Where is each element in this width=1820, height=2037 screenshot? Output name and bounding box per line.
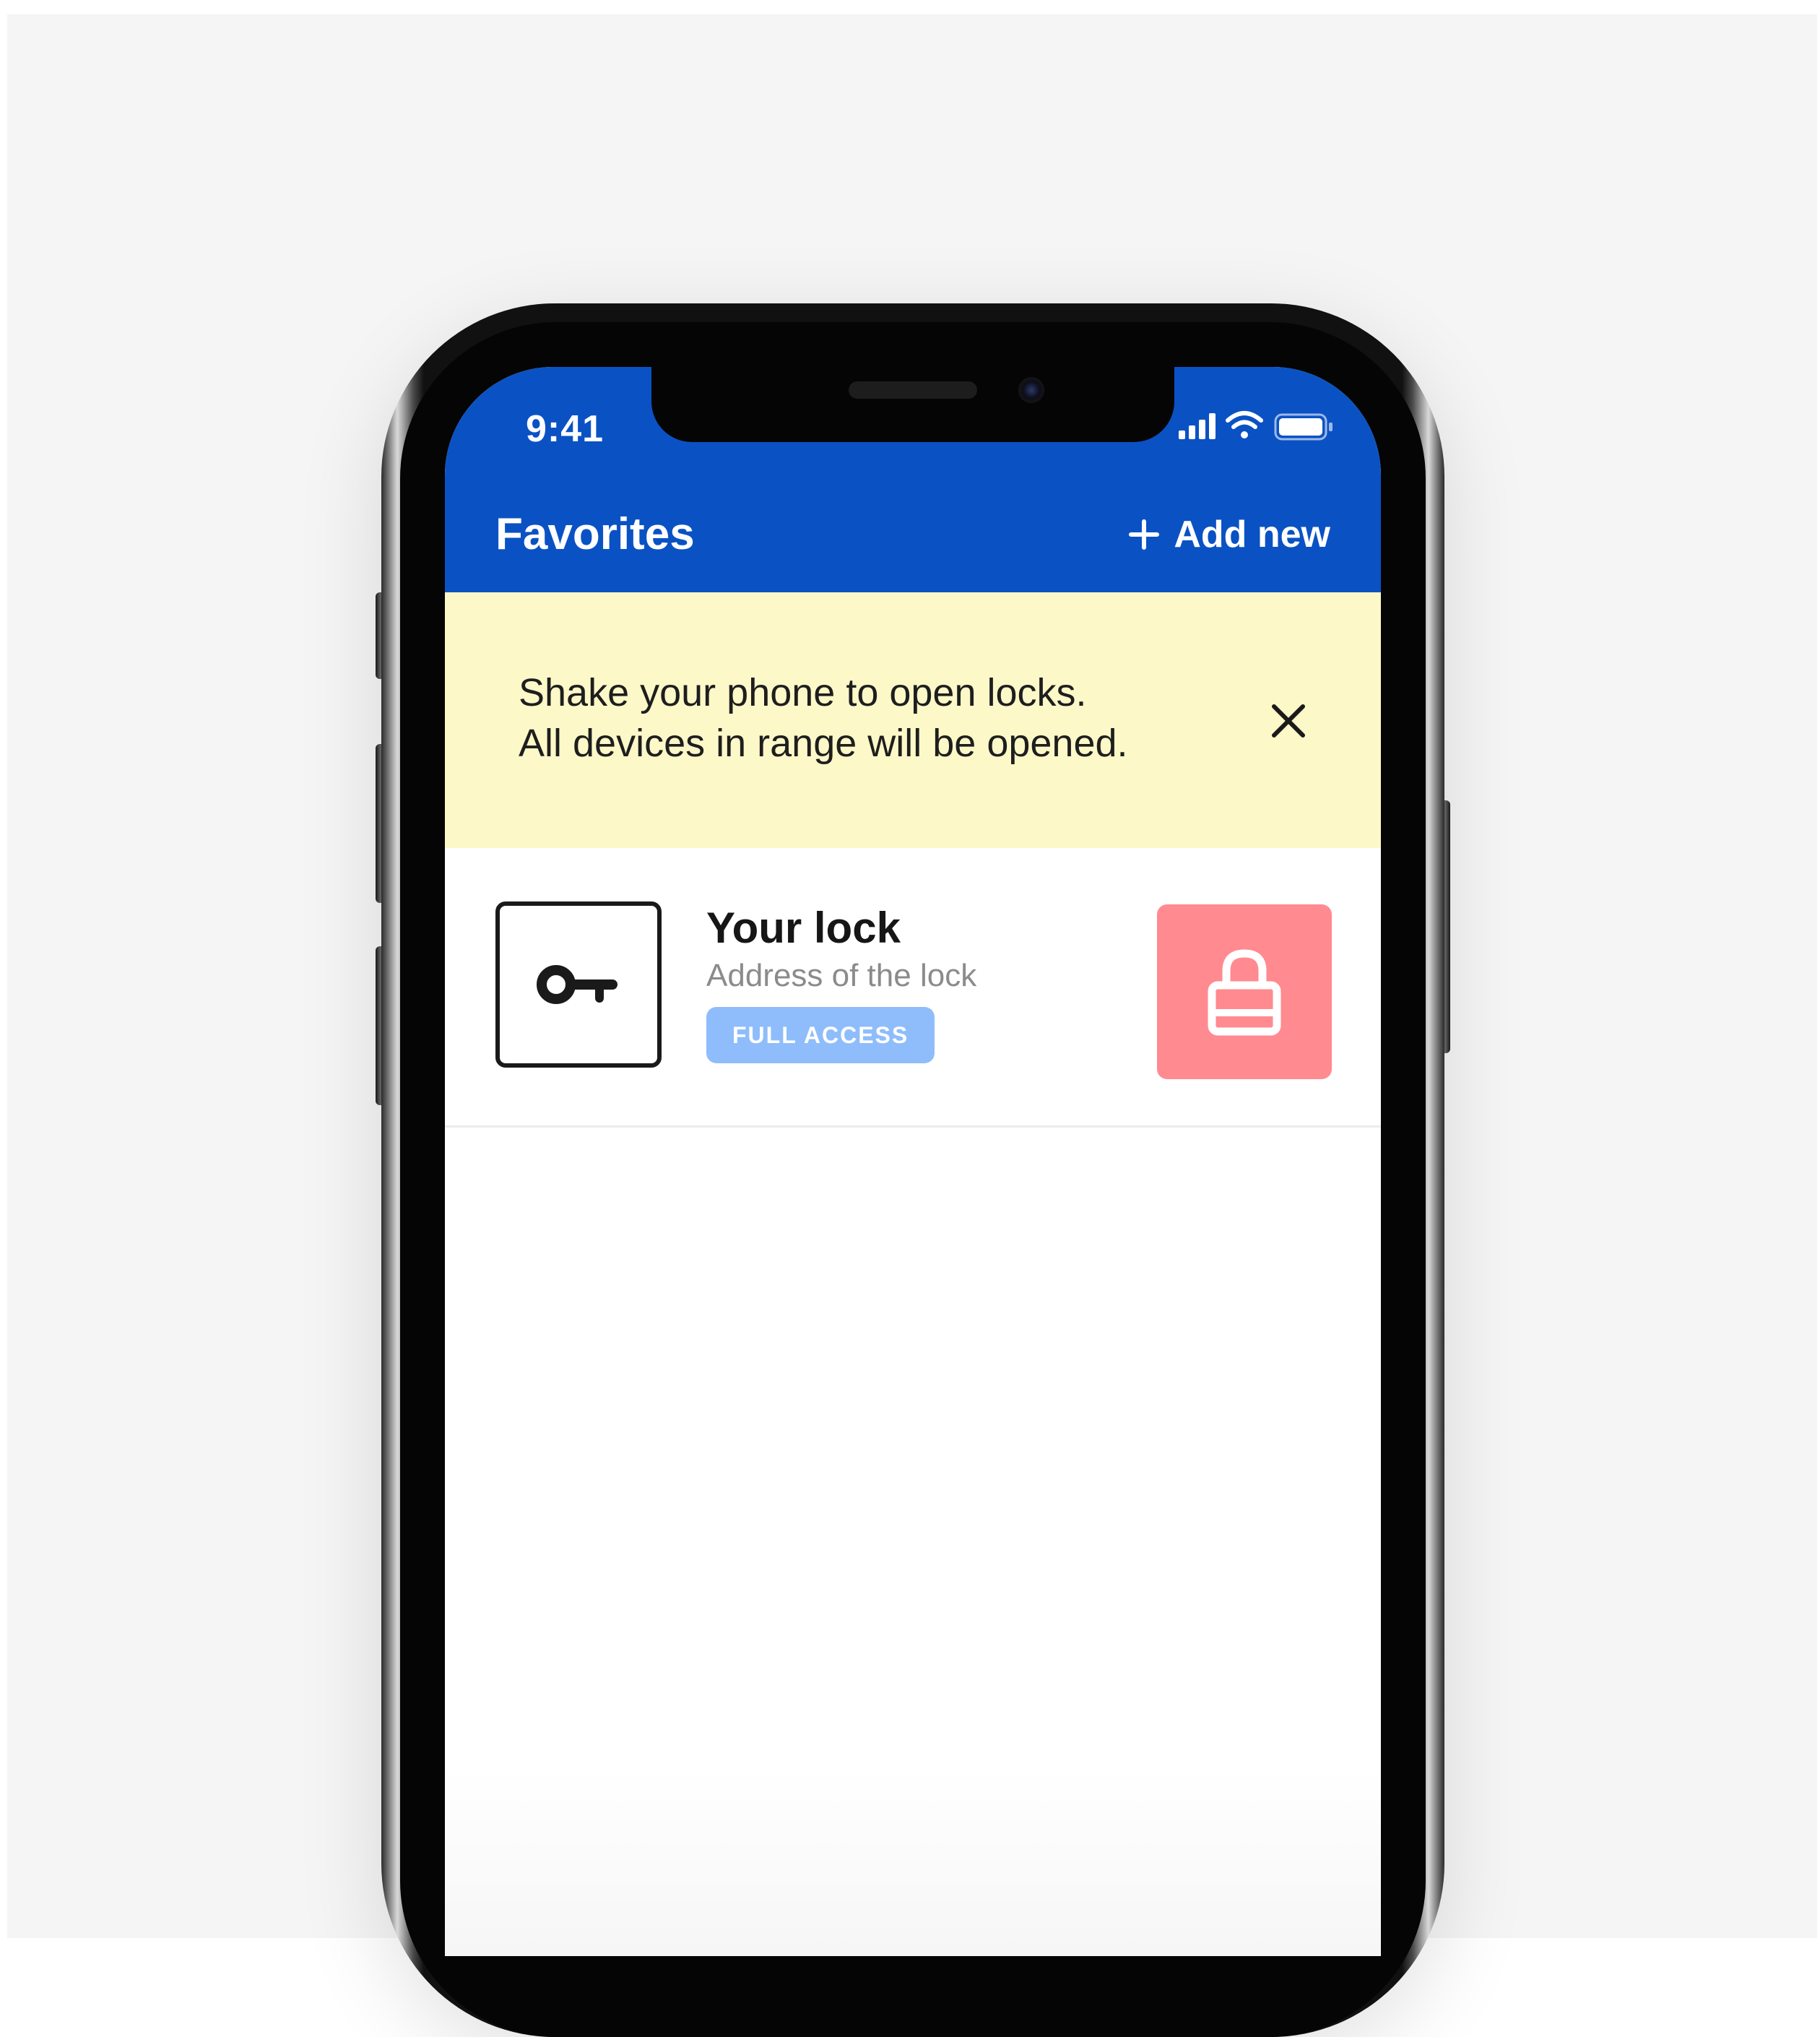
status-time: 9:41 xyxy=(526,408,604,450)
lock-name: Your lock xyxy=(706,904,901,952)
add-new-button[interactable]: Add new xyxy=(1129,511,1330,558)
app-header: 9:41 Favorites Add new xyxy=(445,367,1381,592)
front-camera xyxy=(1018,377,1044,403)
page-title: Favorites xyxy=(495,509,695,559)
lock-icon-box xyxy=(495,901,662,1068)
app-screen: 9:41 Favorites Add new Shake your phone … xyxy=(445,367,1381,1956)
cellular-signal-icon xyxy=(1179,413,1216,439)
banner-line-2: All devices in range will be opened. xyxy=(519,722,1128,765)
notch xyxy=(651,367,1174,442)
wifi-icon xyxy=(1226,411,1263,438)
close-icon[interactable] xyxy=(1268,701,1309,741)
add-new-label: Add new xyxy=(1174,514,1330,555)
speaker-grille xyxy=(849,381,977,399)
lock-toggle-button[interactable] xyxy=(1157,904,1332,1079)
battery-icon xyxy=(1274,413,1332,441)
bottom-fade xyxy=(445,1768,1381,1956)
lock-list-item[interactable]: Your lock Address of the lock FULL ACCES… xyxy=(445,848,1381,1128)
banner-line-1: Shake your phone to open locks. xyxy=(519,671,1087,714)
key-icon xyxy=(537,965,618,1004)
banner-text: Shake your phone to open locks. All devi… xyxy=(519,667,1128,769)
lock-address: Address of the lock xyxy=(706,958,977,993)
status-icons xyxy=(1179,410,1352,445)
access-badge: FULL ACCESS xyxy=(706,1007,935,1063)
plus-icon xyxy=(1129,519,1160,550)
shake-banner: Shake your phone to open locks. All devi… xyxy=(445,592,1381,848)
lock-icon xyxy=(1208,949,1281,1036)
